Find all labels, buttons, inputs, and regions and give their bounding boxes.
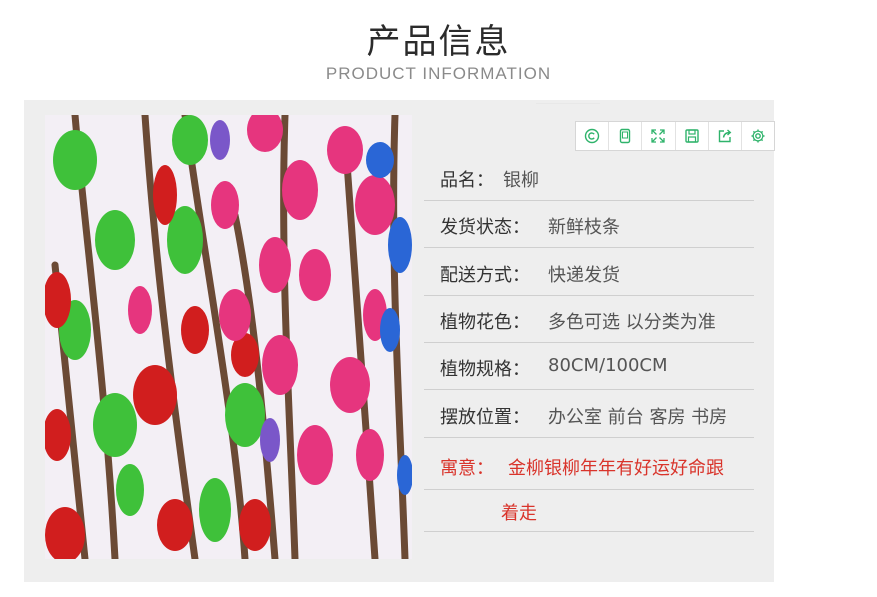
placement-label: 摆放位置： [440, 407, 530, 428]
info-row-shipping: 发货状态： 新鲜枝条 [424, 200, 754, 248]
copyright-button[interactable] [576, 122, 610, 150]
section-header: 产品信息 PRODUCT INFORMATION [0, 0, 877, 100]
info-row-name: 品名： 银柳 [424, 153, 754, 201]
settings-icon [751, 129, 765, 143]
delivery-label: 配送方式： [440, 265, 530, 286]
expand-icon [651, 129, 666, 143]
meaning-value: 金柳银柳年年有好运好命跟 [508, 458, 724, 479]
copyright-icon [584, 128, 600, 144]
pussy-willow-image [45, 115, 412, 559]
divider [536, 103, 600, 104]
mobile-view-button[interactable] [609, 122, 643, 150]
info-row-meaning: 寓意： 金柳银柳年年有好运好命跟 [424, 441, 754, 488]
share-button[interactable] [709, 122, 742, 150]
shipping-label: 发货状态： [440, 217, 530, 238]
section-subtitle: PRODUCT INFORMATION [325, 64, 552, 83]
delivery-value: 快递发货 [548, 265, 620, 286]
fullscreen-button[interactable] [642, 122, 676, 150]
color-label: 植物花色： [440, 312, 530, 333]
spec-value: 80CM/100CM [548, 355, 668, 376]
image-toolbar [575, 121, 775, 151]
shipping-value: 新鲜枝条 [548, 217, 620, 238]
info-row-delivery: 配送方式： 快递发货 [424, 248, 754, 296]
save-button[interactable] [676, 122, 709, 150]
settings-button[interactable] [742, 122, 774, 150]
color-value: 多色可选 以分类为准 [548, 312, 716, 333]
spec-label: 植物规格： [440, 359, 530, 380]
tablet-icon [620, 128, 631, 144]
product-photo [45, 115, 412, 559]
info-row-placement: 摆放位置： 办公室 前台 客房 书房 [424, 390, 754, 438]
meaning-label: 寓意： [440, 458, 494, 479]
share-icon [718, 129, 732, 143]
placement-value: 办公室 前台 客房 书房 [548, 407, 728, 428]
info-row-spec: 植物规格： 80CM/100CM [424, 342, 754, 390]
info-row-color: 植物花色： 多色可选 以分类为准 [424, 295, 754, 343]
meaning-value-cont: 着走 [501, 503, 537, 524]
name-value: 银柳 [503, 170, 539, 191]
section-title: 产品信息 [366, 22, 511, 62]
name-label: 品名： [440, 170, 494, 191]
save-icon [684, 129, 699, 143]
info-row-meaning-cont: 着走 [424, 490, 754, 532]
